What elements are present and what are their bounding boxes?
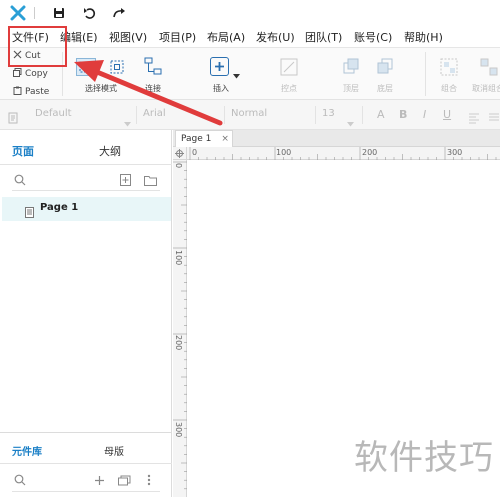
ruler-label: 100 bbox=[174, 250, 183, 266]
format-divider bbox=[224, 106, 225, 124]
page-tab[interactable]: Page 1 × bbox=[175, 130, 233, 147]
ruler-label: 100 bbox=[276, 148, 292, 157]
format-bar: Default Arial Normal 13 A B I U bbox=[0, 100, 500, 130]
paste-icon bbox=[13, 86, 22, 98]
list-icon[interactable] bbox=[488, 109, 500, 128]
redo-icon[interactable] bbox=[110, 4, 128, 22]
main-toolbar: Cut Copy Paste 选择模式 连接 插入 控点 顶层 底层 组合 取消… bbox=[0, 48, 500, 100]
bring-to-top-icon[interactable] bbox=[342, 58, 360, 76]
menu-help[interactable]: 帮助(H) bbox=[404, 29, 443, 45]
menu-team[interactable]: 团队(T) bbox=[305, 29, 342, 45]
group-icon[interactable] bbox=[440, 58, 458, 76]
tab-outline[interactable]: 大纲 bbox=[99, 143, 121, 159]
horizontal-ruler: 0 100 200 300 bbox=[187, 147, 500, 160]
bold-button[interactable]: B bbox=[399, 108, 407, 121]
menu-view[interactable]: 视图(V) bbox=[109, 29, 147, 45]
points-icon[interactable] bbox=[280, 58, 298, 76]
tab-library[interactable]: 元件库 bbox=[12, 443, 42, 458]
bottom-label: 底层 bbox=[377, 84, 393, 93]
close-tab-icon[interactable]: × bbox=[221, 134, 229, 144]
menu-account[interactable]: 账号(C) bbox=[354, 29, 392, 45]
vertical-ruler-ticks bbox=[173, 161, 187, 490]
page-tab-strip: Page 1 × bbox=[173, 130, 500, 147]
vertical-ruler: 0 100 200 300 bbox=[173, 160, 187, 497]
library-search-icon[interactable] bbox=[14, 471, 26, 490]
axure-x-logo-icon bbox=[9, 4, 27, 22]
italic-button[interactable]: I bbox=[423, 108, 426, 121]
toolbar-divider bbox=[425, 52, 426, 96]
search-icon[interactable] bbox=[14, 171, 26, 190]
page-icon bbox=[25, 203, 34, 222]
add-page-icon[interactable] bbox=[120, 171, 131, 190]
copy-label: Copy bbox=[25, 69, 48, 79]
ruler-label: 300 bbox=[447, 148, 463, 157]
font-select[interactable]: Arial bbox=[143, 108, 166, 119]
ungroup-label: 取消组合 bbox=[472, 84, 500, 93]
insert-label: 插入 bbox=[213, 84, 229, 93]
title-divider bbox=[34, 7, 35, 19]
insert-dropdown-icon[interactable] bbox=[233, 64, 240, 83]
points-label: 控点 bbox=[281, 84, 297, 93]
format-divider bbox=[362, 106, 363, 124]
select-mode-label: 选择模式 bbox=[85, 84, 117, 93]
font-color-button[interactable]: A bbox=[377, 108, 385, 121]
left-panel: 页面 大纲 Page 1 元件库 母版 bbox=[0, 130, 172, 497]
underline-button[interactable]: U bbox=[443, 108, 451, 121]
connect-label: 连接 bbox=[145, 84, 161, 93]
watermark-text: 软件技巧 bbox=[354, 438, 494, 478]
menu-publish[interactable]: 发布(U) bbox=[256, 29, 295, 45]
panel-divider bbox=[0, 164, 172, 165]
style-select[interactable]: Default bbox=[35, 108, 72, 119]
title-bar bbox=[0, 0, 500, 26]
file-menu-highlight bbox=[8, 26, 67, 67]
ruler-label: 0 bbox=[192, 148, 198, 157]
copy-icon bbox=[13, 68, 22, 80]
ruler-corner[interactable] bbox=[173, 147, 187, 160]
send-to-bottom-icon[interactable] bbox=[376, 58, 394, 76]
more-options-icon[interactable] bbox=[147, 471, 151, 490]
ruler-label: 200 bbox=[174, 335, 183, 351]
ungroup-icon[interactable] bbox=[480, 58, 498, 76]
style-icon bbox=[8, 109, 18, 128]
align-icon[interactable] bbox=[468, 109, 480, 128]
paste-label: Paste bbox=[25, 87, 50, 97]
panel-divider bbox=[0, 463, 172, 464]
top-label: 顶层 bbox=[343, 84, 359, 93]
copy-button[interactable]: Copy bbox=[13, 68, 48, 80]
ruler-label: 200 bbox=[362, 148, 378, 157]
ruler-label: 300 bbox=[174, 422, 183, 438]
font-size-select[interactable]: 13 bbox=[322, 108, 335, 119]
format-divider bbox=[315, 106, 316, 124]
page-tab-title: Page 1 bbox=[181, 134, 212, 144]
insert-plus-icon[interactable] bbox=[210, 57, 229, 76]
menu-project[interactable]: 项目(P) bbox=[159, 29, 196, 45]
undo-icon[interactable] bbox=[80, 4, 98, 22]
add-folder-icon[interactable] bbox=[144, 171, 157, 190]
menu-bar: 文件(F) 编辑(E) 视图(V) 项目(P) 布局(A) 发布(U) 团队(T… bbox=[0, 26, 500, 48]
page-item-label: Page 1 bbox=[40, 202, 79, 213]
group-label: 组合 bbox=[441, 84, 457, 93]
size-dropdown-icon[interactable] bbox=[347, 112, 354, 131]
tab-pages[interactable]: 页面 bbox=[12, 143, 34, 159]
library-manage-icon[interactable] bbox=[118, 471, 131, 490]
tab-masters[interactable]: 母版 bbox=[104, 443, 124, 458]
search-underline bbox=[12, 491, 160, 492]
select-contain-icon[interactable] bbox=[108, 58, 126, 76]
paste-button[interactable]: Paste bbox=[13, 86, 49, 98]
page-tree-item[interactable]: Page 1 bbox=[2, 197, 171, 221]
save-icon[interactable] bbox=[50, 4, 68, 22]
style-dropdown-icon[interactable] bbox=[124, 112, 131, 131]
select-intersect-icon[interactable] bbox=[76, 58, 96, 76]
ruler-label: 0 bbox=[174, 163, 183, 169]
search-underline bbox=[12, 190, 160, 191]
add-library-icon[interactable] bbox=[94, 471, 105, 490]
format-divider bbox=[136, 106, 137, 124]
panel-divider bbox=[0, 432, 172, 433]
menu-layout[interactable]: 布局(A) bbox=[207, 29, 245, 45]
connect-icon[interactable] bbox=[144, 57, 162, 75]
font-weight-select[interactable]: Normal bbox=[231, 108, 267, 119]
